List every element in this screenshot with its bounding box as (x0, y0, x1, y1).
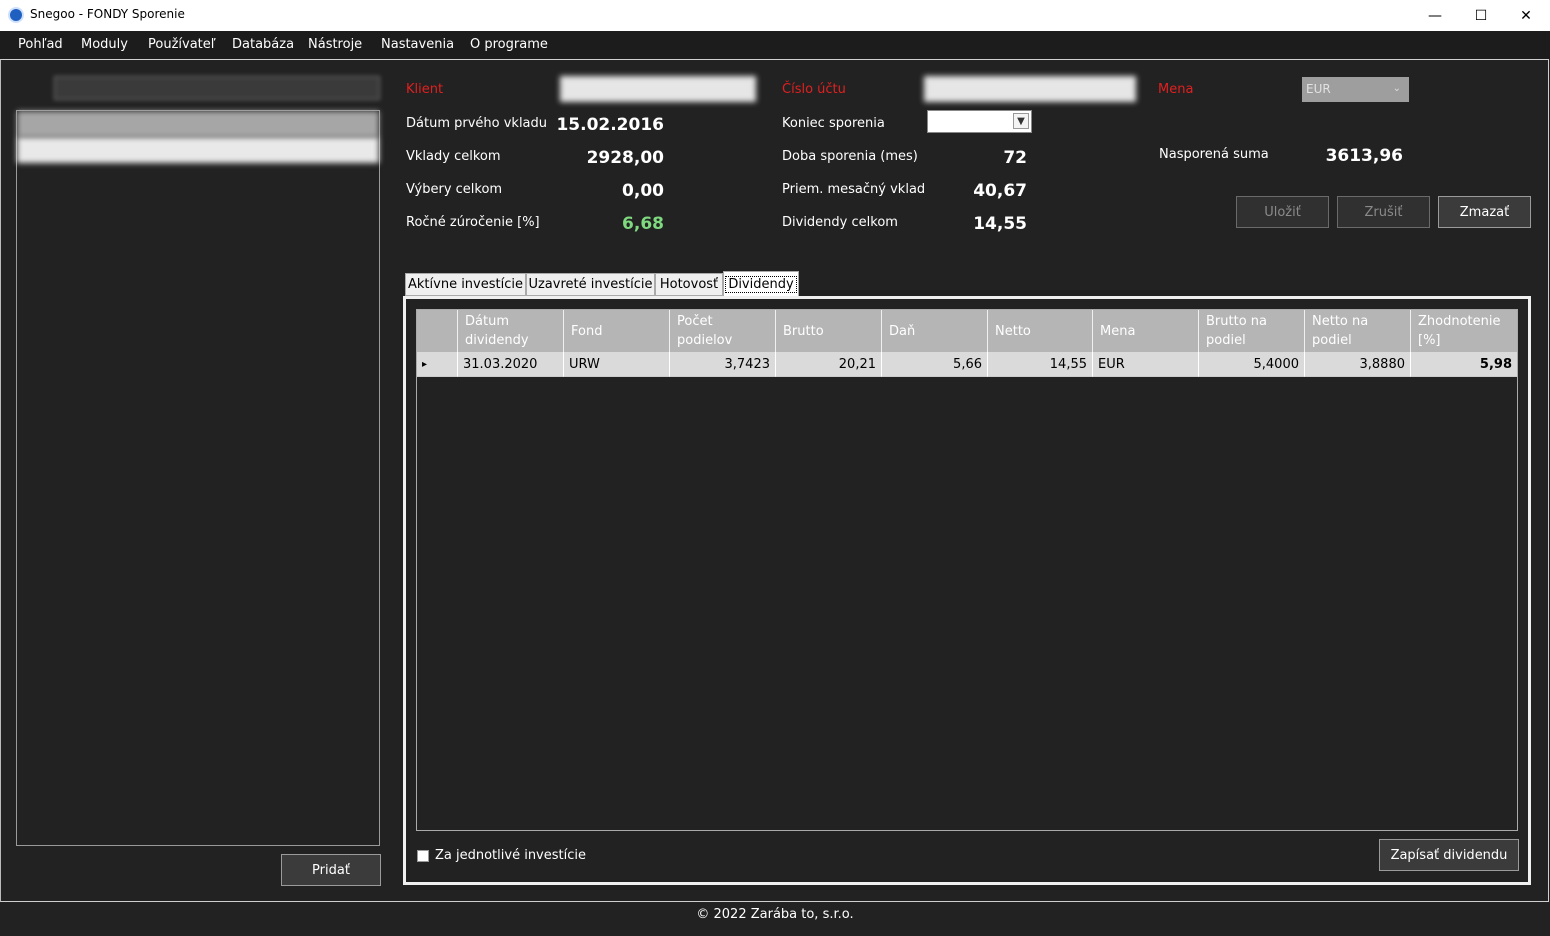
datum-prveho-vkladu-value: 15.02.2016 (556, 115, 664, 135)
vklady-celkom-value: 2928,00 (586, 148, 664, 168)
nasporena-suma-value: 3613,96 (1325, 146, 1403, 166)
za-jednotlive-investicie-checkbox[interactable] (417, 850, 429, 862)
tab-uzavrete-investicie[interactable]: Uzavreté investície (526, 273, 655, 296)
cell-mena[interactable]: EUR (1093, 352, 1199, 377)
grid-header-datum[interactable]: Dátum dividendy (458, 310, 564, 352)
vybery-celkom-value: 0,00 (622, 181, 664, 201)
mena-select[interactable]: EUR ⌄ (1302, 77, 1409, 102)
tab-aktivne-investicie[interactable]: Aktívne investície (405, 273, 526, 296)
grid-header-text: Daň (889, 323, 916, 339)
menu-pouzivatel[interactable]: Používateľ (148, 37, 216, 52)
klient-label: Klient (406, 82, 444, 97)
chevron-down-icon[interactable]: ▼ (1013, 113, 1029, 129)
grid-header-brutto-na-podiel[interactable]: Brutto na podiel (1199, 310, 1305, 352)
cislo-uctu-field[interactable] (924, 76, 1136, 102)
grid-header-mena[interactable]: Mena (1093, 310, 1199, 352)
cell-netto[interactable]: 14,55 (988, 352, 1093, 377)
grid-header-text: Zhodnotenie [%] (1418, 314, 1501, 348)
maximize-button[interactable]: ☐ (1458, 0, 1504, 31)
tab-label: Hotovosť (659, 277, 719, 292)
title-bar (0, 0, 1550, 31)
window-title: Snegoo - FONDY Sporenie (30, 7, 185, 21)
cell-zhodnotenie[interactable]: 5,98 (1411, 352, 1517, 377)
add-client-button[interactable]: Pridať (281, 854, 381, 886)
grid-header-pocet[interactable]: Počet podielov (670, 310, 776, 352)
grid-header-text: Mena (1100, 323, 1136, 339)
tab-label: Dividendy (725, 276, 797, 293)
filter-input[interactable] (54, 76, 380, 100)
tab-label: Uzavreté investície (528, 277, 653, 292)
dividends-grid[interactable] (416, 309, 1518, 831)
save-button[interactable]: Uložiť (1236, 196, 1329, 228)
close-button[interactable]: ✕ (1503, 0, 1549, 31)
mena-label: Mena (1158, 82, 1194, 97)
grid-header-text: Brutto (783, 323, 824, 339)
cell-dan[interactable]: 5,66 (882, 352, 988, 377)
grid-header-text: Fond (571, 323, 603, 339)
rocne-zurocenie-value: 6,68 (622, 214, 664, 234)
koniec-sporenia-label: Koniec sporenia (782, 116, 885, 131)
koniec-sporenia-select[interactable]: ▼ (927, 110, 1032, 133)
menu-nastavenia[interactable]: Nastavenia (381, 37, 454, 52)
grid-header-text: Dátum dividendy (465, 314, 529, 348)
tab-hotovost[interactable]: Hotovosť (655, 273, 723, 296)
grid-header-brutto[interactable]: Brutto (776, 310, 882, 352)
minimize-button[interactable]: — (1412, 0, 1458, 31)
dividendy-celkom-label: Dividendy celkom (782, 215, 898, 230)
grid-header-text: Netto (995, 323, 1031, 339)
client-list[interactable] (16, 110, 380, 846)
row-indicator-icon[interactable]: ▸ (417, 352, 458, 377)
grid-header-zhodnotenie[interactable]: Zhodnotenie [%] (1411, 310, 1517, 352)
tab-dividendy[interactable]: Dividendy (723, 271, 799, 297)
chevron-down-icon: ⌄ (1392, 83, 1401, 94)
footer-copyright: © 2022 Zarába to, s.r.o. (696, 907, 854, 922)
grid-header-netto-na-podiel[interactable]: Netto na podiel (1305, 310, 1411, 352)
dividendy-celkom-value: 14,55 (973, 214, 1027, 234)
grid-header-netto[interactable]: Netto (988, 310, 1093, 352)
cell-datum[interactable]: 31.03.2020 (458, 352, 564, 377)
cell-netto-na-podiel[interactable]: 3,8880 (1305, 352, 1411, 377)
menu-moduly[interactable]: Moduly (81, 37, 128, 52)
menu-pohlad[interactable]: Pohľad (18, 37, 63, 52)
delete-button[interactable]: Zmazať (1438, 196, 1531, 228)
grid-header-text: Brutto na podiel (1206, 314, 1267, 348)
menu-o-programe[interactable]: O programe (470, 37, 548, 52)
za-jednotlive-investicie-label: Za jednotlivé investície (435, 848, 586, 863)
nasporena-suma-label: Nasporená suma (1159, 147, 1269, 162)
rocne-zurocenie-label: Ročné zúročenie [%] (406, 215, 540, 230)
grid-header-fond[interactable]: Fond (564, 310, 670, 352)
datum-prveho-vkladu-label: Dátum prvého vkladu (406, 116, 548, 131)
menu-nastroje[interactable]: Nástroje (308, 37, 362, 52)
doba-sporenia-value: 72 (1003, 148, 1027, 168)
vklady-celkom-label: Vklady celkom (406, 149, 501, 164)
record-dividend-button[interactable]: Zapísať dividendu (1379, 839, 1519, 871)
cell-brutto[interactable]: 20,21 (776, 352, 882, 377)
cancel-button[interactable]: Zrušiť (1337, 196, 1430, 228)
menu-databaza[interactable]: Databáza (232, 37, 294, 52)
client-list-row[interactable] (17, 137, 379, 163)
tab-label: Aktívne investície (408, 277, 523, 292)
grid-header-text: Netto na podiel (1312, 314, 1369, 348)
mena-select-value: EUR (1306, 82, 1331, 96)
client-list-header (17, 111, 379, 137)
grid-row-header-corner (417, 310, 458, 352)
klient-field[interactable] (560, 76, 756, 102)
doba-sporenia-label: Doba sporenia (mes) (782, 149, 918, 164)
priem-vklad-label: Priem. mesačný vklad (782, 182, 926, 197)
app-logo-icon (8, 7, 24, 23)
cell-brutto-na-podiel[interactable]: 5,4000 (1199, 352, 1305, 377)
grid-header-text: Počet podielov (677, 314, 733, 348)
cell-pocet[interactable]: 3,7423 (670, 352, 776, 377)
priem-vklad-value: 40,67 (973, 181, 1027, 201)
vybery-celkom-label: Výbery celkom (406, 182, 503, 197)
cell-fond[interactable]: URW (564, 352, 670, 377)
cislo-uctu-label: Číslo účtu (782, 82, 846, 97)
grid-header-dan[interactable]: Daň (882, 310, 988, 352)
